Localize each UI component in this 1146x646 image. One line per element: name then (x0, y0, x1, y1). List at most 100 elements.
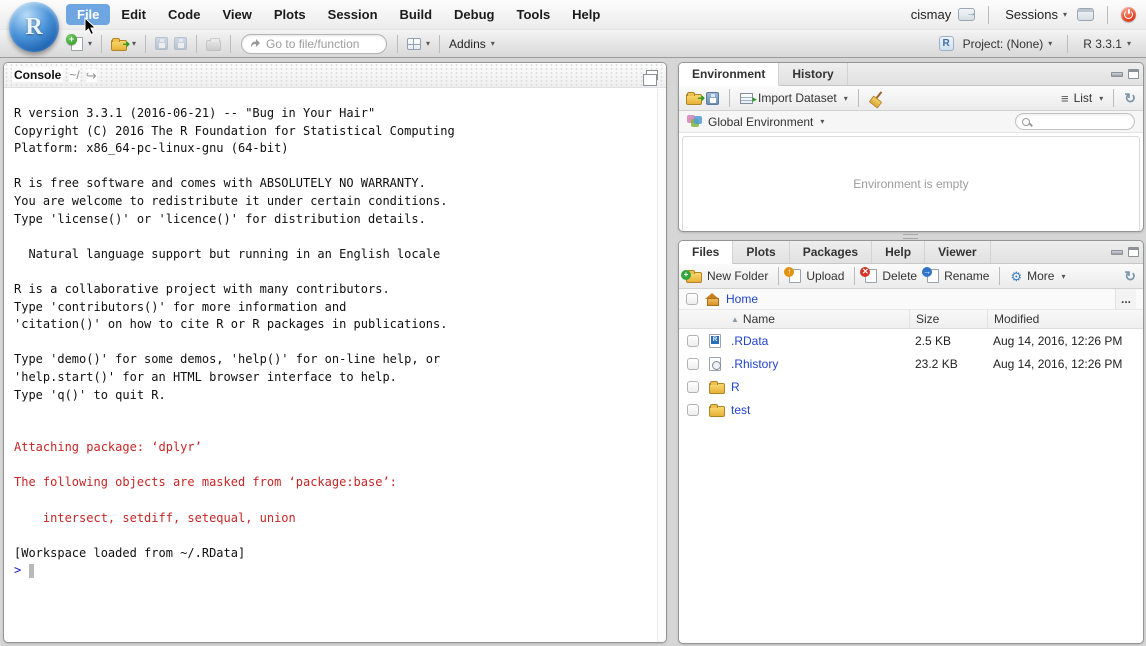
menu-view[interactable]: View (211, 4, 262, 25)
file-row[interactable]: R (679, 375, 1143, 398)
save-button[interactable] (152, 35, 171, 52)
file-link[interactable]: .RData (731, 334, 768, 348)
sessions-menu[interactable]: Sessions ▾ (1002, 5, 1070, 24)
delete-button[interactable]: ✕ Delete (865, 269, 917, 283)
chevron-down-icon: ▾ (1061, 272, 1065, 281)
goto-file-search[interactable] (241, 34, 387, 54)
tab-history[interactable]: History (779, 63, 847, 85)
tab-viewer[interactable]: Viewer (925, 241, 990, 263)
environment-search[interactable] (1015, 113, 1135, 130)
more-button[interactable]: ⚙ More ▾ (1010, 269, 1065, 283)
environment-toolbar: Import Dataset ▾ ≡ List ▾ ↻ (679, 86, 1143, 111)
more-label: More (1027, 269, 1054, 283)
project-menu[interactable]: Project: (None) ▾ (960, 35, 1056, 53)
addins-button[interactable]: Addins ▾ (446, 35, 498, 53)
console-output[interactable]: R version 3.3.1 (2016-06-21) -- "Bug in … (4, 88, 666, 580)
menu-edit[interactable]: Edit (110, 4, 157, 25)
refresh-files-button[interactable]: ↻ (1124, 269, 1136, 283)
console-prompt-row[interactable]: > (14, 562, 656, 580)
menu-code[interactable]: Code (157, 4, 212, 25)
select-all-checkbox[interactable] (686, 293, 698, 305)
environment-scope-row: Global Environment ▾ (679, 111, 1143, 133)
menu-session[interactable]: Session (317, 4, 389, 25)
clear-workspace-button[interactable] (869, 91, 884, 106)
tab-files[interactable]: Files (679, 241, 733, 264)
environment-search-input[interactable] (1035, 116, 1128, 128)
console-line: R is a collaborative project with many c… (14, 281, 656, 299)
console-line (14, 158, 656, 176)
minimize-pane-icon[interactable] (1111, 250, 1123, 255)
goto-file-input[interactable] (266, 37, 374, 51)
column-header-name[interactable]: ▲ Name (731, 312, 909, 326)
file-checkbox[interactable] (687, 381, 699, 393)
power-quit-button[interactable] (1121, 7, 1136, 22)
tab-plots[interactable]: Plots (733, 241, 789, 263)
chevron-down-icon: ▾ (132, 39, 136, 48)
print-button[interactable] (203, 35, 224, 53)
r-version-menu[interactable]: R 3.3.1 ▾ (1080, 35, 1134, 53)
panes-layout-button[interactable]: ▾ (404, 36, 433, 52)
menu-tools[interactable]: Tools (505, 4, 561, 25)
breadcrumb-home[interactable]: Home (726, 292, 758, 306)
folder-link[interactable]: R (731, 380, 740, 394)
file-row[interactable]: .Rhistory 23.2 KB Aug 14, 2016, 12:26 PM (679, 352, 1143, 375)
minimize-pane-icon[interactable] (1111, 72, 1123, 77)
console-line: R version 3.3.1 (2016-06-21) -- "Bug in … (14, 105, 656, 123)
tab-packages[interactable]: Packages (790, 241, 872, 263)
file-checkbox[interactable] (687, 335, 699, 347)
file-link[interactable]: .Rhistory (731, 357, 778, 371)
maximize-console-icon[interactable] (646, 70, 658, 80)
console-message-line (14, 457, 656, 475)
chevron-down-icon: ▾ (844, 94, 848, 103)
import-dataset-button[interactable]: Import Dataset ▾ (740, 91, 848, 105)
console-line: You are welcome to redistribute it under… (14, 193, 656, 211)
console-scrollbar[interactable] (657, 89, 666, 642)
path-options-button[interactable]: ... (1115, 289, 1136, 309)
new-session-icon[interactable] (1077, 8, 1094, 21)
addins-label: Addins (449, 37, 486, 51)
menu-help[interactable]: Help (561, 4, 611, 25)
upload-button[interactable]: ↑ Upload (789, 269, 844, 283)
chevron-down-icon: ▾ (1048, 39, 1052, 48)
folder-link[interactable]: test (731, 403, 750, 417)
file-checkbox[interactable] (687, 358, 699, 370)
file-checkbox[interactable] (687, 404, 699, 416)
load-workspace-button[interactable] (686, 91, 702, 105)
rename-button[interactable]: → Rename (927, 269, 989, 283)
file-row[interactable]: test (679, 398, 1143, 421)
chevron-down-icon: ▾ (820, 117, 824, 126)
environment-pane: Environment History Import Dataset ▾ ≡ L… (678, 62, 1144, 232)
column-header-modified[interactable]: Modified (987, 310, 1143, 328)
file-row[interactable]: .RData 2.5 KB Aug 14, 2016, 12:26 PM (679, 329, 1143, 352)
project-icon: R (939, 36, 954, 51)
open-in-new-window-icon[interactable]: ↪ (86, 69, 97, 82)
environment-scope-selector[interactable]: Global Environment ▾ (708, 115, 824, 129)
tab-help[interactable]: Help (872, 241, 925, 263)
menu-build[interactable]: Build (389, 4, 444, 25)
column-header-size[interactable]: Size (909, 310, 987, 328)
pane-resize-handle[interactable] (903, 234, 918, 239)
menu-debug[interactable]: Debug (443, 4, 505, 25)
maximize-pane-icon[interactable] (1128, 247, 1139, 257)
console-header: Console ~/ ↪ (4, 63, 666, 88)
refresh-icon: ↻ (1124, 91, 1136, 105)
console-line (14, 334, 656, 352)
rdata-file-icon (709, 334, 721, 348)
console-line: 'help.start()' for an HTML browser inter… (14, 369, 656, 387)
refresh-environment-button[interactable]: ↻ (1124, 91, 1136, 105)
panes-grid-icon (407, 38, 421, 50)
menu-plots[interactable]: Plots (263, 4, 317, 25)
save-all-icon (174, 37, 187, 50)
modified-column-label: Modified (994, 312, 1039, 326)
sign-out-icon[interactable] (958, 8, 975, 21)
maximize-pane-icon[interactable] (1128, 69, 1139, 79)
rename-icon: → (927, 269, 939, 283)
new-folder-button[interactable]: + New Folder (686, 269, 768, 283)
new-file-button[interactable]: ▾ (68, 35, 95, 53)
tab-environment[interactable]: Environment (679, 63, 779, 86)
open-file-button[interactable]: ▾ (108, 35, 139, 53)
list-view-button[interactable]: ≡ List ▾ (1061, 91, 1103, 105)
save-all-button[interactable] (171, 35, 190, 52)
sessions-label: Sessions (1005, 7, 1058, 22)
save-workspace-button[interactable] (706, 92, 719, 105)
